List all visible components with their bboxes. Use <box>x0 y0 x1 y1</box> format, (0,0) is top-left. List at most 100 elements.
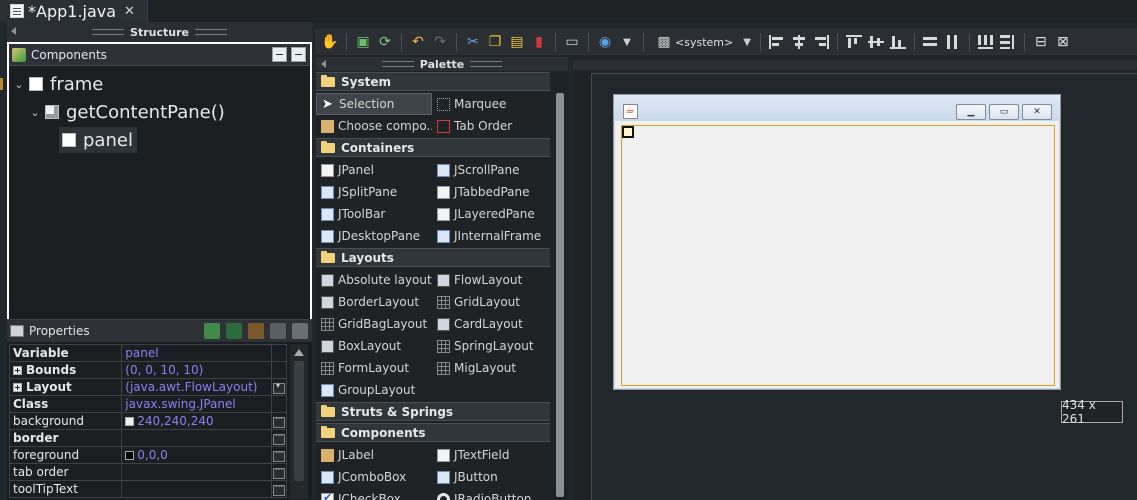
palette-item-jcombobox[interactable]: JComboBox <box>316 466 432 488</box>
property-row[interactable]: background 240,240,240 <box>8 412 287 430</box>
undo-icon[interactable]: ↶ <box>409 33 427 51</box>
palette-category-struts-springs[interactable]: Struts & Springs <box>316 402 550 421</box>
close-icon[interactable]: ✕ <box>124 4 135 19</box>
palette-item-jtoolbar[interactable]: JToolBar <box>316 203 432 225</box>
property-row[interactable]: border <box>8 429 287 447</box>
palette-item-formlayout[interactable]: FormLayout <box>316 357 432 379</box>
palette-item-jradiobutton[interactable]: JRadioButton <box>432 488 550 500</box>
property-row[interactable]: tab order <box>8 463 287 481</box>
edit-tooltip-button[interactable] <box>273 482 285 496</box>
tree-item-frame[interactable]: ⌄ frame <box>9 70 310 98</box>
space-horizontal-icon[interactable] <box>977 33 995 51</box>
palette-item-gridlayout[interactable]: GridLayout <box>432 291 550 313</box>
collapse-palette-icon[interactable] <box>321 60 326 68</box>
close-button[interactable]: ✕ <box>1022 104 1052 120</box>
canvas-top-scrollbar[interactable] <box>573 60 1137 70</box>
minimize-button[interactable]: ▁ <box>956 104 986 120</box>
layout-dropdown-button[interactable] <box>273 381 285 394</box>
palette-item-gridbaglayout[interactable]: GridBagLayout <box>316 313 432 335</box>
palette-header[interactable]: Palette <box>316 57 568 71</box>
chevron-down-icon[interactable]: ⌄ <box>13 78 25 91</box>
paste-icon[interactable]: ▤ <box>508 33 526 51</box>
scroll-up-icon[interactable] <box>294 349 304 356</box>
palette-item-jscrollpane[interactable]: JScrollPane <box>432 159 550 181</box>
center-vertically-icon[interactable]: ⊠ <box>1054 33 1072 51</box>
property-value[interactable] <box>121 429 273 447</box>
delete-icon[interactable]: ▮ <box>530 33 548 51</box>
collapse-left-icon[interactable] <box>11 27 16 35</box>
palette-category-containers[interactable]: Containers <box>316 138 550 157</box>
collapse-all-button[interactable] <box>291 47 306 62</box>
palette-item-jcheckbox[interactable]: JCheckBox <box>316 488 432 500</box>
internationalize-icon[interactable]: ◉ <box>596 33 614 51</box>
palette-item-jlabel[interactable]: JLabel <box>316 444 432 466</box>
edit-border-button[interactable] <box>273 431 285 445</box>
show-events-icon[interactable] <box>248 323 264 339</box>
palette-item-borderlayout[interactable]: BorderLayout <box>316 291 432 313</box>
jframe-preview[interactable]: ▁ ▭ ✕ <box>613 94 1061 390</box>
edit-tab-order-button[interactable] <box>273 465 285 479</box>
edit-background-button[interactable] <box>273 414 285 428</box>
palette-item-boxlayout[interactable]: BoxLayout <box>316 335 432 357</box>
generate-code-icon[interactable]: ▣ <box>354 33 372 51</box>
palette-item-choose-component[interactable]: Choose compo... <box>316 115 432 137</box>
property-row[interactable]: toolTipText <box>8 480 287 498</box>
palette-item-jlayeredpane[interactable]: JLayeredPane <box>432 203 550 225</box>
expand-plus-icon[interactable] <box>13 383 22 392</box>
property-row[interactable]: Variable panel <box>8 344 287 362</box>
palette-item-miglayout[interactable]: MigLayout <box>432 357 550 379</box>
chevron-down-icon[interactable]: ▼ <box>743 37 751 48</box>
property-value[interactable]: panel <box>121 344 273 362</box>
property-row[interactable]: foreground 0,0,0 <box>8 446 287 464</box>
properties-window-icon[interactable]: ▭ <box>563 33 581 51</box>
align-center-icon[interactable] <box>790 33 808 51</box>
content-pane[interactable] <box>621 125 1055 386</box>
align-top-icon[interactable] <box>845 33 863 51</box>
align-bottom-icon[interactable] <box>889 33 907 51</box>
align-left-icon[interactable] <box>768 33 786 51</box>
palette-category-system[interactable]: System <box>316 72 550 91</box>
space-vertical-icon[interactable] <box>999 33 1017 51</box>
palette-item-jtabbedpane[interactable]: JTabbedPane <box>432 181 550 203</box>
edit-foreground-button[interactable] <box>273 448 285 462</box>
convert-local-icon[interactable] <box>204 323 220 339</box>
property-value[interactable]: (java.awt.FlowLayout) <box>121 378 273 396</box>
redo-icon[interactable]: ↷ <box>431 33 449 51</box>
new-field-icon[interactable] <box>226 323 242 339</box>
copy-icon[interactable]: ❐ <box>486 33 504 51</box>
palette-item-tab-order[interactable]: Tab Order <box>432 115 550 137</box>
align-middle-icon[interactable] <box>867 33 885 51</box>
palette-item-grouplayout[interactable]: GroupLayout <box>316 379 432 401</box>
structure-header[interactable]: Structure <box>7 22 312 42</box>
property-row[interactable]: Bounds (0, 0, 10, 10) <box>8 361 287 379</box>
expand-plus-icon[interactable] <box>13 366 22 375</box>
palette-category-layouts[interactable]: Layouts <box>316 248 550 267</box>
refresh-icon[interactable]: ⟳ <box>376 33 394 51</box>
same-height-icon[interactable] <box>944 33 962 51</box>
selected-panel-handle[interactable] <box>622 126 634 138</box>
property-value[interactable] <box>121 463 273 481</box>
align-right-icon[interactable] <box>812 33 830 51</box>
test-gui-icon[interactable]: ✋ <box>321 33 339 51</box>
palette-category-components[interactable]: Components <box>316 423 550 442</box>
dropdown-arrow-icon[interactable]: ▼ <box>618 33 636 51</box>
property-row[interactable]: Class javax.swing.JPanel <box>8 395 287 413</box>
palette-item-springlayout[interactable]: SpringLayout <box>432 335 550 357</box>
properties-scrollbar[interactable] <box>290 344 308 499</box>
show-advanced-icon[interactable] <box>292 323 308 339</box>
property-value[interactable]: (0, 0, 10, 10) <box>121 361 273 379</box>
editor-tab-app1[interactable]: *App1.java ✕ <box>0 0 148 22</box>
palette-item-jinternalframe[interactable]: JInternalFrame <box>432 225 550 247</box>
frame-title-bar[interactable]: ▁ ▭ ✕ <box>614 95 1060 121</box>
cut-icon[interactable]: ✂ <box>464 33 482 51</box>
palette-item-selection[interactable]: ➤ Selection <box>316 93 432 115</box>
tree-item-content-pane[interactable]: ⌄ getContentPane() <box>9 98 310 126</box>
look-and-feel-combo[interactable]: ▩ <system> ▼ <box>653 33 751 51</box>
property-value[interactable] <box>121 480 273 498</box>
palette-item-absolute-layout[interactable]: Absolute layout <box>316 269 432 291</box>
palette-item-cardlayout[interactable]: CardLayout <box>432 313 550 335</box>
palette-item-marquee[interactable]: Marquee <box>432 93 550 115</box>
palette-item-jdesktoppane[interactable]: JDesktopPane <box>316 225 432 247</box>
expand-all-button[interactable] <box>272 47 287 62</box>
palette-scrollbar[interactable] <box>556 93 564 497</box>
